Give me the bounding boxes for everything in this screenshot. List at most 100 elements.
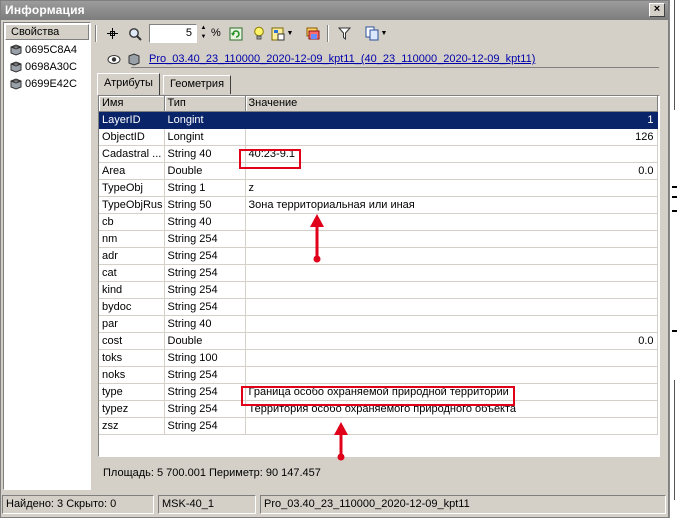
layers-icon[interactable] [303, 24, 322, 43]
attribute-name[interactable]: cost [99, 332, 165, 350]
object-id: 0695C8A4 [25, 44, 77, 56]
attribute-name[interactable]: nm [99, 230, 165, 248]
object-list-item[interactable]: 0699E42C [7, 76, 77, 92]
attribute-type[interactable]: String 40 [164, 145, 246, 163]
attribute-type[interactable]: String 254 [164, 417, 246, 435]
tab-attributes[interactable]: Атрибуты [97, 73, 160, 95]
attribute-value[interactable]: 1 [245, 111, 658, 129]
attribute-type[interactable]: Longint [164, 111, 246, 129]
eye-icon[interactable] [107, 54, 121, 65]
properties-header[interactable]: Свойства [5, 24, 89, 40]
attribute-value[interactable] [245, 366, 658, 384]
attribute-name[interactable]: cat [99, 264, 165, 282]
attribute-type[interactable]: String 254 [164, 383, 246, 401]
table-row[interactable]: bydoc String 254 [99, 298, 658, 316]
attribute-name[interactable]: typez [99, 400, 165, 418]
table-row[interactable]: cb String 40 [99, 213, 658, 231]
attribute-name[interactable]: kind [99, 281, 165, 299]
attribute-value[interactable] [245, 281, 658, 299]
refresh-icon[interactable] [226, 24, 245, 43]
table-row[interactable]: Cadastral ... String 40 40:23-9.1 [99, 145, 658, 163]
table-row[interactable]: typez String 254 Территория особо охраняем… [99, 400, 658, 418]
zoom-icon[interactable] [125, 24, 144, 43]
attribute-name[interactable]: ObjectID [99, 128, 165, 146]
close-button[interactable]: × [649, 3, 665, 17]
attribute-name[interactable]: TypeObj [99, 179, 165, 197]
attribute-name[interactable]: Cadastral ... [99, 145, 165, 163]
attribute-type[interactable]: String 40 [164, 213, 246, 231]
attribute-type[interactable]: String 50 [164, 196, 246, 214]
object-list-item[interactable]: 0698A30C [7, 59, 77, 75]
select-style-dropdown[interactable]: ▼ [268, 24, 296, 43]
attribute-value[interactable]: 0.0 [245, 332, 658, 350]
attribute-type[interactable]: Double [164, 162, 246, 180]
table-row[interactable]: cat String 254 [99, 264, 658, 282]
table-row[interactable]: adr String 254 [99, 247, 658, 265]
table-row[interactable]: cost Double 0.0 [99, 332, 658, 350]
crosshair-icon[interactable] [103, 24, 122, 43]
attribute-type[interactable]: Longint [164, 128, 246, 146]
attribute-value[interactable]: z [245, 179, 658, 197]
attribute-name[interactable]: toks [99, 349, 165, 367]
attribute-type[interactable]: String 254 [164, 366, 246, 384]
attribute-type[interactable]: String 254 [164, 298, 246, 316]
attribute-type[interactable]: String 40 [164, 315, 246, 333]
table-row[interactable]: ObjectID Longint 126 [99, 128, 658, 146]
attribute-value[interactable]: 40:23-9.1 [245, 145, 658, 163]
attribute-value[interactable] [245, 315, 658, 333]
attribute-value[interactable]: 0.0 [245, 162, 658, 180]
spin-up-icon[interactable]: ▲ [198, 24, 209, 33]
attribute-type[interactable]: String 254 [164, 230, 246, 248]
table-row[interactable]: type String 254 Граница особо охраняемой п… [99, 383, 658, 401]
attribute-name[interactable]: Area [99, 162, 165, 180]
attribute-name[interactable]: TypeObjRus [99, 196, 165, 214]
attribute-name[interactable]: LayerID [99, 111, 165, 129]
attribute-type[interactable]: String 254 [164, 264, 246, 282]
attribute-grid[interactable]: Имя Тип Значение LayerID Longint 1 ObjectID… [98, 95, 660, 457]
attribute-type[interactable]: String 1 [164, 179, 246, 197]
table-row[interactable]: TypeObjRus String 50 Зона территориальная … [99, 196, 658, 214]
table-row[interactable]: Area Double 0.0 [99, 162, 658, 180]
attribute-type[interactable]: String 100 [164, 349, 246, 367]
filter-icon[interactable] [335, 24, 354, 43]
column-header-type[interactable]: Тип [164, 96, 246, 112]
table-row[interactable]: noks String 254 [99, 366, 658, 384]
attribute-name[interactable]: cb [99, 213, 165, 231]
attribute-name[interactable]: noks [99, 366, 165, 384]
attribute-name[interactable]: zsz [99, 417, 165, 435]
attribute-name[interactable]: bydoc [99, 298, 165, 316]
attribute-value[interactable]: Зона территориальная или иная [245, 196, 658, 214]
zoom-input[interactable]: 5 [149, 24, 197, 43]
attribute-type[interactable]: String 254 [164, 247, 246, 265]
column-header-value[interactable]: Значение [245, 96, 658, 112]
title-bar[interactable]: Информация × [1, 1, 668, 20]
table-row[interactable]: nm String 254 [99, 230, 658, 248]
lightbulb-icon[interactable] [249, 24, 268, 43]
table-row[interactable]: par String 40 [99, 315, 658, 333]
spin-down-icon[interactable]: ▼ [198, 33, 209, 42]
attribute-name[interactable]: adr [99, 247, 165, 265]
attribute-value[interactable]: Территория особо охраняемого природного … [245, 400, 658, 418]
tab-geometry[interactable]: Геометрия [163, 75, 232, 94]
attribute-type[interactable]: String 254 [164, 400, 246, 418]
attribute-value[interactable] [245, 298, 658, 316]
attribute-value[interactable] [245, 349, 658, 367]
object-link[interactable]: Pro_03.40_23_110000_2020-12-09_kpt11_(40… [149, 53, 535, 65]
attribute-type[interactable]: String 254 [164, 281, 246, 299]
zoom-stepper[interactable]: ▲ ▼ [198, 24, 209, 43]
table-row[interactable]: kind String 254 [99, 281, 658, 299]
attribute-value[interactable]: 126 [245, 128, 658, 146]
attribute-value[interactable] [245, 417, 658, 435]
attribute-name[interactable]: par [99, 315, 165, 333]
table-row[interactable]: zsz String 254 [99, 417, 658, 435]
attribute-value[interactable]: Граница особо охраняемой природной терри… [245, 383, 658, 401]
attribute-name[interactable]: type [99, 383, 165, 401]
attribute-type[interactable]: Double [164, 332, 246, 350]
attribute-value[interactable] [245, 264, 658, 282]
table-row[interactable]: toks String 100 [99, 349, 658, 367]
table-row[interactable]: LayerID Longint 1 [99, 111, 658, 129]
object-list-item[interactable]: 0695C8A4 [7, 42, 77, 58]
table-row[interactable]: TypeObj String 1z [99, 179, 658, 197]
copy-dropdown[interactable]: ▼ [361, 24, 391, 43]
column-header-name[interactable]: Имя [99, 96, 165, 112]
